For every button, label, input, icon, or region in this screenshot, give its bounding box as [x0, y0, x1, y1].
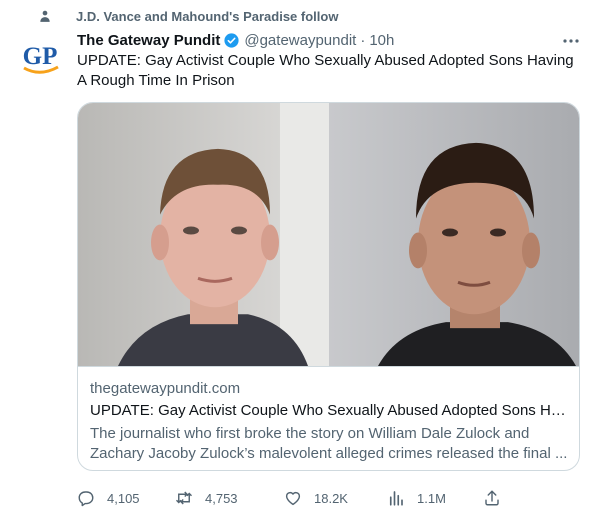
- tweet-actions: 4,105 4,753 18.2K 1.1M: [77, 487, 557, 509]
- person-icon: [40, 10, 50, 22]
- card-domain: thegatewaypundit.com: [90, 380, 241, 397]
- link-card[interactable]: thegatewaypundit.com UPDATE: Gay Activis…: [77, 102, 580, 471]
- avatar-logo-text: GP: [23, 43, 58, 70]
- card-meta: thegatewaypundit.com UPDATE: Gay Activis…: [90, 379, 570, 464]
- social-context: J.D. Vance and Mahound's Paradise follow: [40, 6, 338, 26]
- tweet-timestamp[interactable]: 10h: [369, 32, 394, 49]
- more-horizontal-icon[interactable]: [561, 33, 581, 49]
- author-name[interactable]: The Gateway Pundit: [77, 32, 220, 49]
- reply-button[interactable]: 4,105: [77, 487, 140, 509]
- card-image[interactable]: [78, 103, 580, 367]
- tweet-text: UPDATE: Gay Activist Couple Who Sexually…: [77, 52, 574, 89]
- card-title: UPDATE: Gay Activist Couple Who Sexually…: [90, 402, 570, 419]
- author-handle[interactable]: @gatewaypundit: [244, 32, 356, 49]
- avatar[interactable]: GP: [18, 37, 62, 81]
- views-button[interactable]: 1.1M: [387, 487, 446, 509]
- views-count: 1.1M: [417, 490, 446, 506]
- reply-count: 4,105: [107, 490, 140, 506]
- like-count: 18.2K: [314, 490, 348, 506]
- tweet-header: The Gateway Pundit @gatewaypundit · 10h: [77, 30, 394, 50]
- reply-icon: [78, 491, 94, 507]
- share-icon: [485, 490, 499, 506]
- retweet-count: 4,753: [205, 490, 238, 506]
- views-chart-icon: [389, 491, 403, 506]
- card-description: The journalist who first broke the story…: [90, 425, 568, 462]
- retweet-button[interactable]: 4,753: [175, 487, 238, 509]
- retweet-icon: [175, 491, 193, 505]
- heart-icon: [285, 491, 301, 506]
- header-separator: ·: [360, 31, 366, 49]
- share-button[interactable]: [483, 487, 501, 509]
- verified-badge-icon: [224, 32, 239, 48]
- like-button[interactable]: 18.2K: [284, 487, 348, 509]
- social-context-text[interactable]: J.D. Vance and Mahound's Paradise follow: [76, 9, 338, 24]
- gateway-pundit-logo: GP: [18, 37, 62, 81]
